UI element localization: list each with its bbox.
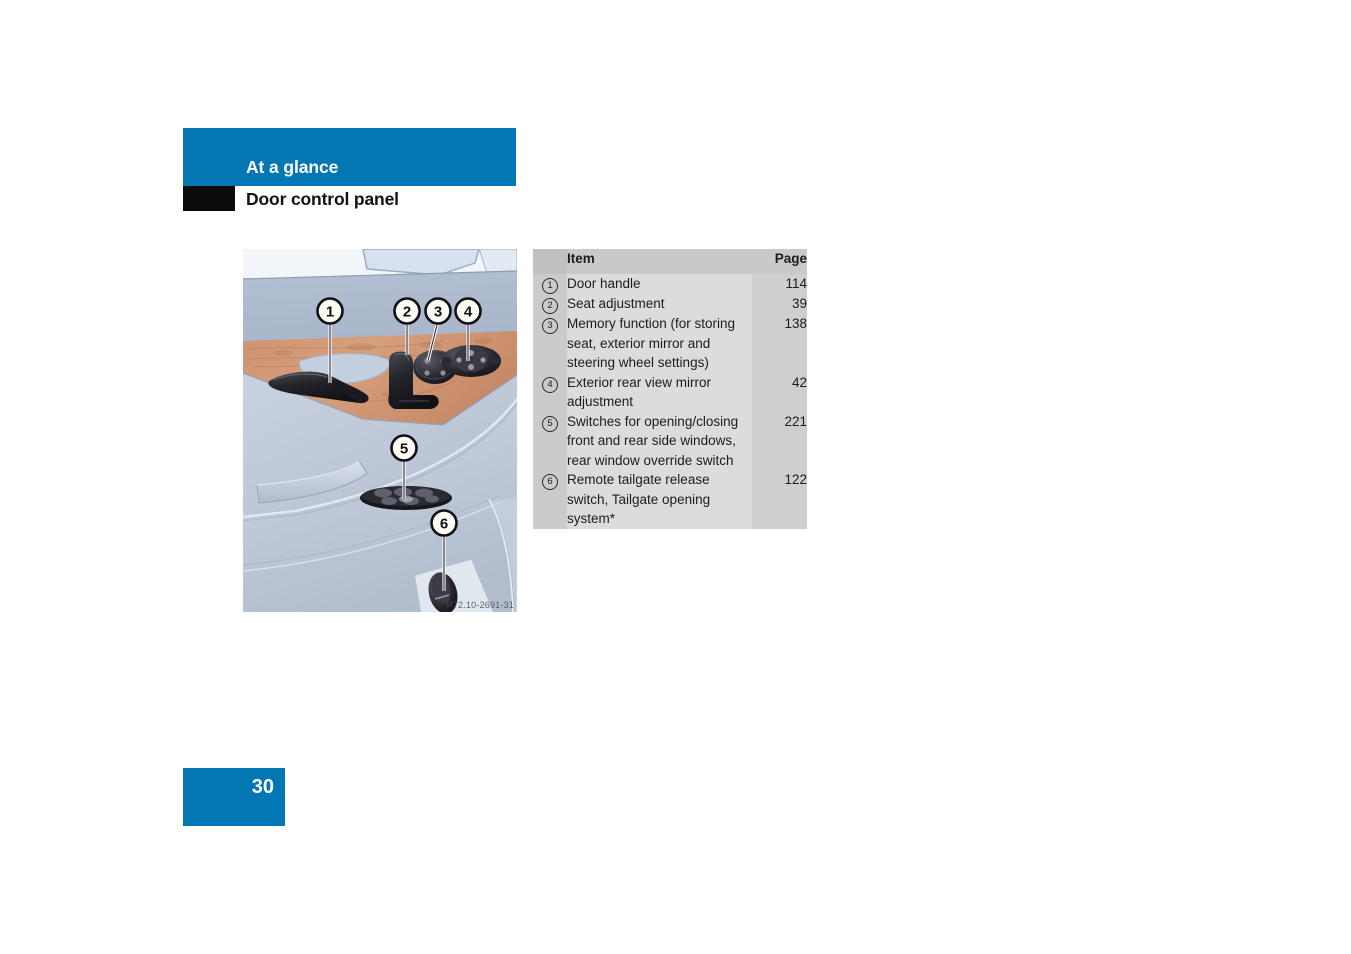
callout-1: 1 xyxy=(316,297,344,325)
header-bar: At a glance xyxy=(183,128,516,186)
page-title: Door control panel xyxy=(246,189,399,209)
row-page-cell: 221 xyxy=(752,411,807,470)
column-header-page: Page xyxy=(752,249,807,274)
svg-text:1: 1 xyxy=(326,304,334,321)
row-page-cell: 114 xyxy=(752,274,807,294)
table-body: 1 Door handle 114 2 Seat adjustment 39 3… xyxy=(533,274,807,529)
row-item-cell: Door handle xyxy=(567,274,752,294)
mirror-adjust-switch-shape xyxy=(441,345,501,377)
row-number-cell: 6 xyxy=(533,470,567,529)
table-row: 5 Switches for opening/closing front and… xyxy=(533,411,807,470)
section-title: At a glance xyxy=(246,157,339,177)
row-page-cell: 42 xyxy=(752,372,807,412)
row-item-cell: Switches for opening/closing front and r… xyxy=(567,411,752,470)
svg-text:6: 6 xyxy=(440,516,448,533)
circled-number-icon: 4 xyxy=(542,376,558,393)
column-header-item: Item xyxy=(567,249,752,274)
row-page-cell: 122 xyxy=(752,470,807,529)
circled-number-icon: 1 xyxy=(542,278,558,294)
row-page-cell: 39 xyxy=(752,294,807,314)
svg-text:3: 3 xyxy=(434,304,442,321)
table-header-row: Item Page xyxy=(533,249,807,274)
circled-number-icon: 2 xyxy=(542,298,558,314)
row-number-cell: 2 xyxy=(533,294,567,314)
svg-text:4: 4 xyxy=(464,304,473,321)
door-panel-illustration: 1 2 3 4 5 6 P72.10-2691-31 xyxy=(243,249,517,612)
callout-5: 5 xyxy=(390,434,418,462)
row-item-cell: Exterior rear view mirror adjustment xyxy=(567,372,752,412)
callout-2: 2 xyxy=(393,297,421,325)
page-number: 30 xyxy=(251,776,274,798)
chapter-thumb-tab xyxy=(183,186,235,211)
row-number-cell: 1 xyxy=(533,274,567,294)
svg-text:5: 5 xyxy=(400,441,408,458)
window-switch-cluster-shape xyxy=(360,486,452,510)
callout-4: 4 xyxy=(454,297,482,325)
table-row: 3 Memory function (for storing seat, ext… xyxy=(533,314,807,373)
row-number-cell: 5 xyxy=(533,411,567,470)
row-item-cell: Memory function (for storing seat, exter… xyxy=(567,314,752,373)
door-panel-drawing: 1 2 3 4 5 6 xyxy=(243,249,517,612)
table-row: 2 Seat adjustment 39 xyxy=(533,294,807,314)
callout-3: 3 xyxy=(424,297,452,325)
circled-number-icon: 6 xyxy=(542,474,558,490)
row-item-cell: Seat adjustment xyxy=(567,294,752,314)
row-number-cell: 4 xyxy=(533,372,567,412)
door-panel-item-table: Item Page 1 Door handle 114 2 Seat adjus… xyxy=(533,249,807,529)
table-row: 1 Door handle 114 xyxy=(533,274,807,294)
circled-number-icon: 3 xyxy=(542,318,558,334)
illustration-code: P72.10-2691-31 xyxy=(446,600,514,610)
callout-6: 6 xyxy=(430,509,458,537)
table-row: 4 Exterior rear view mirror adjustment 4… xyxy=(533,372,807,412)
row-item-cell: Remote tailgate release switch, Tailgate… xyxy=(567,470,752,529)
column-header-number xyxy=(533,249,567,274)
circled-number-icon: 5 xyxy=(542,415,558,432)
page-number-block: 30 xyxy=(183,768,285,826)
row-page-cell: 138 xyxy=(752,314,807,373)
row-number-cell: 3 xyxy=(533,314,567,373)
svg-text:2: 2 xyxy=(403,304,411,321)
table-row: 6 Remote tailgate release switch, Tailga… xyxy=(533,470,807,529)
